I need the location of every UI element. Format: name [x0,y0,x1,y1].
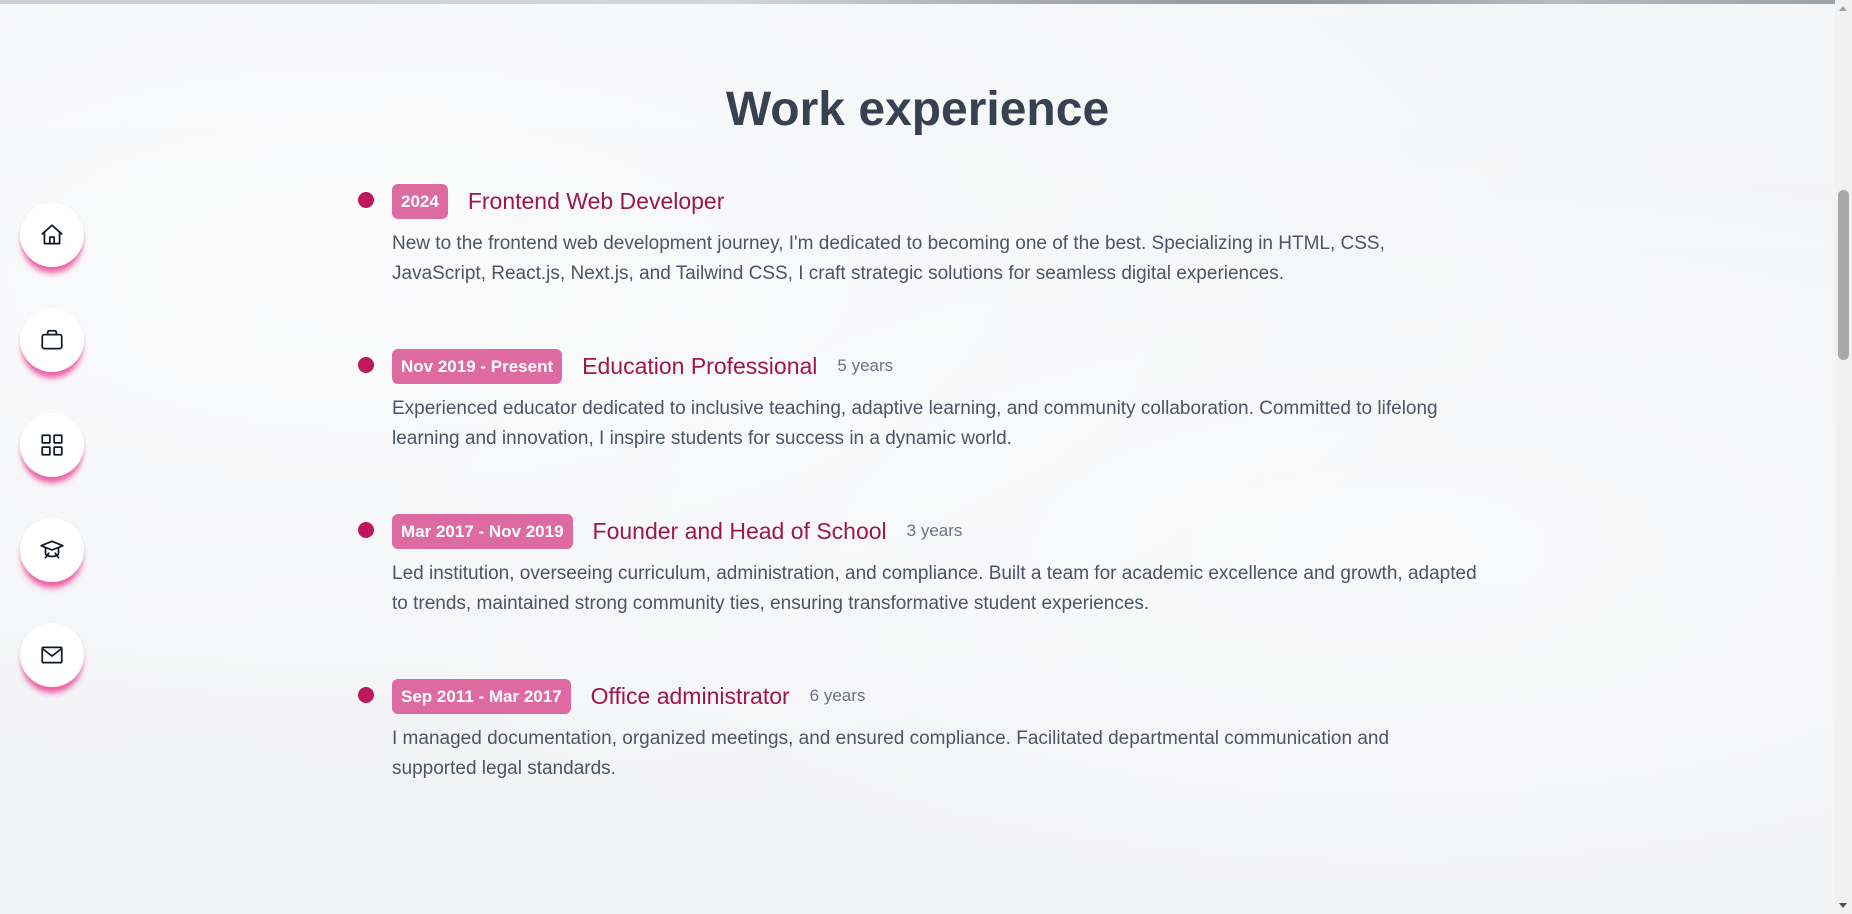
timeline-dot [358,522,374,538]
role-title: Office administrator [590,682,790,709]
role-title: Frontend Web Developer [467,187,725,214]
scroll-down-arrow-icon[interactable] [1839,903,1847,908]
role-title: Education Professional [582,352,818,379]
duration-label: 3 years [906,521,963,540]
nav-contact-button[interactable] [20,623,84,687]
nav-education-button[interactable] [20,518,84,582]
role-description: New to the frontend web development jour… [392,233,1385,284]
period-badge: Sep 2011 - Mar 2017 [392,678,571,714]
duration-label: 6 years [809,686,866,705]
role-description: I managed documentation, organized meeti… [392,728,1390,779]
period-badge: Mar 2017 - Nov 2019 [392,513,573,549]
timeline-dot [358,687,374,703]
role-description: Led institution, overseeing curriculum, … [392,563,1477,614]
briefcase-icon [41,329,63,350]
nav-home-button[interactable] [20,203,84,267]
scrollbar-thumb[interactable] [1838,190,1849,360]
duration-label: 5 years [837,356,894,375]
experience-entry: Sep 2011 - Mar 2017 Office administrator… [358,678,1478,843]
experience-timeline: 2024 Frontend Web Developer New to the f… [358,183,1478,843]
nav-experience-button[interactable] [20,308,84,372]
grid-icon [41,434,63,456]
hero-image-edge [0,0,1835,4]
page-scrollbar[interactable] [1835,0,1852,914]
experience-entry: 2024 Frontend Web Developer New to the f… [358,183,1478,348]
home-icon [41,224,63,245]
period-badge: 2024 [392,183,448,219]
period-badge: Nov 2019 - Present [392,348,563,384]
side-navigation [20,203,84,728]
section-title: Work experience [725,83,1110,136]
nav-projects-button[interactable] [20,413,84,477]
experience-entry: Nov 2019 - Present Education Professiona… [358,348,1478,513]
experience-entry: Mar 2017 - Nov 2019 Founder and Head of … [358,513,1478,678]
role-description: Experienced educator dedicated to inclus… [392,398,1438,449]
timeline-dot [358,357,374,373]
mail-icon [41,646,63,664]
graduation-cap-icon [40,540,64,559]
scroll-up-arrow-icon[interactable] [1839,6,1847,11]
timeline-dot [358,192,374,208]
role-title: Founder and Head of School [592,517,887,544]
